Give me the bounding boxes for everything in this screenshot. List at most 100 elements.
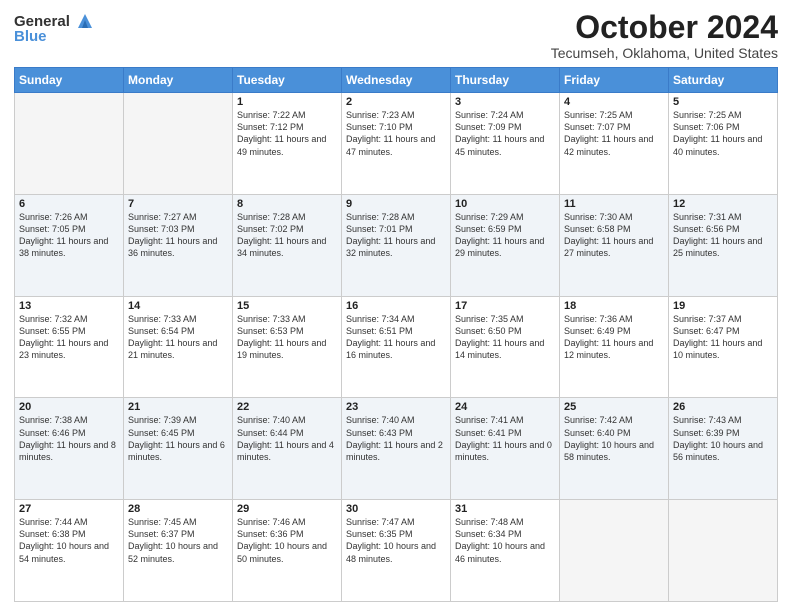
header-saturday: Saturday: [669, 68, 778, 93]
day-number: 1: [237, 96, 337, 108]
day-number: 2: [346, 96, 446, 108]
month-title: October 2024: [551, 10, 778, 45]
table-row: 15Sunrise: 7:33 AMSunset: 6:53 PMDayligh…: [233, 296, 342, 398]
table-row: 24Sunrise: 7:41 AMSunset: 6:41 PMDayligh…: [451, 398, 560, 500]
table-row: 21Sunrise: 7:39 AMSunset: 6:45 PMDayligh…: [124, 398, 233, 500]
table-row: 19Sunrise: 7:37 AMSunset: 6:47 PMDayligh…: [669, 296, 778, 398]
table-row: [560, 500, 669, 602]
day-number: 24: [455, 401, 555, 413]
title-block: October 2024 Tecumseh, Oklahoma, United …: [551, 10, 778, 61]
table-row: 9Sunrise: 7:28 AMSunset: 7:01 PMDaylight…: [342, 194, 451, 296]
day-info: Sunrise: 7:44 AMSunset: 6:38 PMDaylight:…: [19, 516, 119, 565]
day-info: Sunrise: 7:42 AMSunset: 6:40 PMDaylight:…: [564, 414, 664, 463]
table-row: 28Sunrise: 7:45 AMSunset: 6:37 PMDayligh…: [124, 500, 233, 602]
day-info: Sunrise: 7:40 AMSunset: 6:44 PMDaylight:…: [237, 414, 337, 463]
day-number: 16: [346, 300, 446, 312]
table-row: 17Sunrise: 7:35 AMSunset: 6:50 PMDayligh…: [451, 296, 560, 398]
day-info: Sunrise: 7:31 AMSunset: 6:56 PMDaylight:…: [673, 211, 773, 260]
table-row: 4Sunrise: 7:25 AMSunset: 7:07 PMDaylight…: [560, 93, 669, 195]
weekday-header-row: Sunday Monday Tuesday Wednesday Thursday…: [15, 68, 778, 93]
table-row: 5Sunrise: 7:25 AMSunset: 7:06 PMDaylight…: [669, 93, 778, 195]
day-number: 10: [455, 198, 555, 210]
table-row: [124, 93, 233, 195]
day-number: 22: [237, 401, 337, 413]
day-info: Sunrise: 7:38 AMSunset: 6:46 PMDaylight:…: [19, 414, 119, 463]
day-info: Sunrise: 7:27 AMSunset: 7:03 PMDaylight:…: [128, 211, 228, 260]
table-row: [669, 500, 778, 602]
day-info: Sunrise: 7:43 AMSunset: 6:39 PMDaylight:…: [673, 414, 773, 463]
day-info: Sunrise: 7:46 AMSunset: 6:36 PMDaylight:…: [237, 516, 337, 565]
day-info: Sunrise: 7:36 AMSunset: 6:49 PMDaylight:…: [564, 313, 664, 362]
day-number: 17: [455, 300, 555, 312]
table-row: 23Sunrise: 7:40 AMSunset: 6:43 PMDayligh…: [342, 398, 451, 500]
day-info: Sunrise: 7:33 AMSunset: 6:53 PMDaylight:…: [237, 313, 337, 362]
logo-blue: Blue: [14, 28, 47, 45]
table-row: 16Sunrise: 7:34 AMSunset: 6:51 PMDayligh…: [342, 296, 451, 398]
day-info: Sunrise: 7:32 AMSunset: 6:55 PMDaylight:…: [19, 313, 119, 362]
day-number: 29: [237, 503, 337, 515]
table-row: 7Sunrise: 7:27 AMSunset: 7:03 PMDaylight…: [124, 194, 233, 296]
table-row: 22Sunrise: 7:40 AMSunset: 6:44 PMDayligh…: [233, 398, 342, 500]
day-number: 31: [455, 503, 555, 515]
table-row: 30Sunrise: 7:47 AMSunset: 6:35 PMDayligh…: [342, 500, 451, 602]
table-row: 12Sunrise: 7:31 AMSunset: 6:56 PMDayligh…: [669, 194, 778, 296]
day-info: Sunrise: 7:33 AMSunset: 6:54 PMDaylight:…: [128, 313, 228, 362]
day-number: 21: [128, 401, 228, 413]
page: General Blue October 2024 Tecumseh, Okla…: [0, 0, 792, 612]
day-number: 27: [19, 503, 119, 515]
day-info: Sunrise: 7:30 AMSunset: 6:58 PMDaylight:…: [564, 211, 664, 260]
day-number: 12: [673, 198, 773, 210]
table-row: 2Sunrise: 7:23 AMSunset: 7:10 PMDaylight…: [342, 93, 451, 195]
day-number: 25: [564, 401, 664, 413]
day-number: 20: [19, 401, 119, 413]
calendar-table: Sunday Monday Tuesday Wednesday Thursday…: [14, 67, 778, 602]
calendar-week-row: 27Sunrise: 7:44 AMSunset: 6:38 PMDayligh…: [15, 500, 778, 602]
table-row: 3Sunrise: 7:24 AMSunset: 7:09 PMDaylight…: [451, 93, 560, 195]
table-row: 1Sunrise: 7:22 AMSunset: 7:12 PMDaylight…: [233, 93, 342, 195]
day-number: 5: [673, 96, 773, 108]
header-sunday: Sunday: [15, 68, 124, 93]
day-info: Sunrise: 7:25 AMSunset: 7:06 PMDaylight:…: [673, 109, 773, 158]
logo-icon: [74, 10, 96, 32]
day-info: Sunrise: 7:37 AMSunset: 6:47 PMDaylight:…: [673, 313, 773, 362]
day-info: Sunrise: 7:22 AMSunset: 7:12 PMDaylight:…: [237, 109, 337, 158]
day-info: Sunrise: 7:24 AMSunset: 7:09 PMDaylight:…: [455, 109, 555, 158]
day-number: 8: [237, 198, 337, 210]
day-info: Sunrise: 7:29 AMSunset: 6:59 PMDaylight:…: [455, 211, 555, 260]
day-info: Sunrise: 7:23 AMSunset: 7:10 PMDaylight:…: [346, 109, 446, 158]
day-info: Sunrise: 7:41 AMSunset: 6:41 PMDaylight:…: [455, 414, 555, 463]
table-row: 25Sunrise: 7:42 AMSunset: 6:40 PMDayligh…: [560, 398, 669, 500]
table-row: 29Sunrise: 7:46 AMSunset: 6:36 PMDayligh…: [233, 500, 342, 602]
day-info: Sunrise: 7:40 AMSunset: 6:43 PMDaylight:…: [346, 414, 446, 463]
day-number: 3: [455, 96, 555, 108]
day-number: 26: [673, 401, 773, 413]
table-row: 26Sunrise: 7:43 AMSunset: 6:39 PMDayligh…: [669, 398, 778, 500]
day-info: Sunrise: 7:28 AMSunset: 7:02 PMDaylight:…: [237, 211, 337, 260]
header-monday: Monday: [124, 68, 233, 93]
logo: General Blue: [14, 10, 96, 45]
calendar-week-row: 20Sunrise: 7:38 AMSunset: 6:46 PMDayligh…: [15, 398, 778, 500]
day-number: 14: [128, 300, 228, 312]
table-row: 8Sunrise: 7:28 AMSunset: 7:02 PMDaylight…: [233, 194, 342, 296]
day-info: Sunrise: 7:48 AMSunset: 6:34 PMDaylight:…: [455, 516, 555, 565]
table-row: 20Sunrise: 7:38 AMSunset: 6:46 PMDayligh…: [15, 398, 124, 500]
day-info: Sunrise: 7:28 AMSunset: 7:01 PMDaylight:…: [346, 211, 446, 260]
calendar-week-row: 13Sunrise: 7:32 AMSunset: 6:55 PMDayligh…: [15, 296, 778, 398]
day-number: 11: [564, 198, 664, 210]
day-number: 23: [346, 401, 446, 413]
header: General Blue October 2024 Tecumseh, Okla…: [14, 10, 778, 61]
table-row: [15, 93, 124, 195]
day-info: Sunrise: 7:26 AMSunset: 7:05 PMDaylight:…: [19, 211, 119, 260]
day-info: Sunrise: 7:34 AMSunset: 6:51 PMDaylight:…: [346, 313, 446, 362]
day-info: Sunrise: 7:45 AMSunset: 6:37 PMDaylight:…: [128, 516, 228, 565]
logo-general: General: [14, 13, 70, 30]
day-number: 4: [564, 96, 664, 108]
location-title: Tecumseh, Oklahoma, United States: [551, 45, 778, 61]
day-number: 19: [673, 300, 773, 312]
day-number: 9: [346, 198, 446, 210]
day-number: 18: [564, 300, 664, 312]
header-friday: Friday: [560, 68, 669, 93]
calendar-week-row: 6Sunrise: 7:26 AMSunset: 7:05 PMDaylight…: [15, 194, 778, 296]
day-info: Sunrise: 7:35 AMSunset: 6:50 PMDaylight:…: [455, 313, 555, 362]
header-thursday: Thursday: [451, 68, 560, 93]
